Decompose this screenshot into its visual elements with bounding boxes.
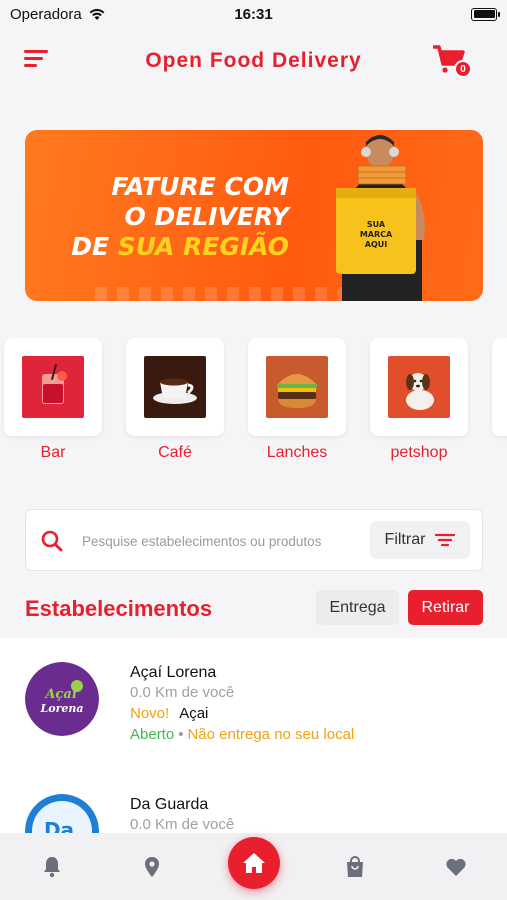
store-status: Aberto [130,726,175,743]
store-distance: 0.0 Km de você [130,684,235,701]
bell-icon[interactable] [40,855,64,879]
store-status-row: Aberto • Não entrega no seu local [130,726,354,743]
store-item[interactable]: Açaí Lorena Açaí Lorena 0.0 Km de você N… [0,638,507,758]
battery-icon [471,7,500,21]
retirar-button[interactable]: Retirar [408,590,483,625]
coffee-icon [144,356,206,418]
category-card [492,338,507,436]
category-label: petshop [390,444,448,461]
bag-icon[interactable] [343,855,367,879]
app-header: Open Food Delivery 0 [0,36,507,86]
promo-banner[interactable]: FATURE COM O DELIVERY DE SUA REGIÃO SUA … [25,130,483,301]
bag-text-1: SUA [367,220,386,229]
banner-headline: FATURE COM O DELIVERY DE SUA REGIÃO [69,172,289,262]
menu-line [24,50,48,53]
category-bar[interactable]: Bar [4,338,102,462]
entrega-button[interactable]: Entrega [316,590,399,625]
category-card [126,338,224,436]
category-label: Café [158,444,192,461]
delivery-person-illustration: SUA MARCA AQUI [336,135,425,301]
search-input[interactable] [82,528,362,554]
store-logo-text: Da [44,818,74,833]
category-card [248,338,346,436]
bag-text-3: AQUI [365,240,387,249]
category-label: Bar [40,444,66,461]
category-card [370,338,468,436]
store-list[interactable]: Açaí Lorena Açaí Lorena 0.0 Km de você N… [0,638,507,833]
separator-dot: • [178,726,184,743]
store-tags: Novo! Açai [130,705,208,722]
banner-line-3: DE SUA REGIÃO [69,232,289,262]
store-name: Açaí Lorena [130,664,217,681]
menu-line [24,64,37,67]
store-logo: Açaí Lorena [25,662,99,736]
filter-icon [435,533,456,547]
search-icon[interactable] [40,529,64,553]
category-card [4,338,102,436]
status-bar: Operadora 16:31 [0,0,507,28]
store-distance: 0.0 Km de você [130,816,235,833]
location-icon[interactable] [140,855,164,879]
app-title: Open Food Delivery [145,49,362,72]
menu-button[interactable] [24,50,48,72]
category-carousel[interactable]: Bar Café Lanches petshop [0,338,507,468]
search-bar: Filtrar [25,509,483,571]
filter-button[interactable]: Filtrar [370,521,470,559]
section-title: Estabelecimentos [25,596,213,621]
home-button[interactable] [228,837,280,889]
store-item[interactable]: Da Da Guarda 0.0 Km de você [0,770,507,833]
category-cafe[interactable]: Café [126,338,224,462]
home-icon [243,853,265,873]
store-name: Da Guarda [130,796,209,813]
delivery-note: Não entrega no seu local [187,726,355,743]
banner-line-1: FATURE COM [111,172,289,201]
store-logo-text-1: Açaí [43,687,78,702]
carrier-label: Operadora [10,5,82,23]
bottom-nav [0,833,507,900]
store-category: Açai [179,705,209,722]
cart-count-badge: 0 [454,60,472,78]
heart-icon[interactable] [444,855,468,879]
banner-line-2: O DELIVERY [124,202,289,231]
store-logo: Da [25,794,99,833]
category-next[interactable] [492,338,507,436]
new-badge: Novo! [130,705,170,722]
wifi-icon [89,8,105,20]
drink-icon [22,356,84,418]
burger-icon [266,356,328,418]
category-label: Lanches [266,444,328,461]
menu-line [24,57,43,60]
store-logo-text-2: Lorena [40,702,84,715]
category-lanches[interactable]: Lanches [248,338,346,462]
status-left: Operadora [10,6,106,23]
banner-line-3-prefix: DE [71,232,118,261]
bag-text-2: MARCA [360,230,393,239]
dog-icon [388,356,450,418]
category-petshop[interactable]: petshop [370,338,468,462]
banner-highlight: SUA REGIÃO [117,232,289,261]
cart-button[interactable]: 0 [432,44,472,78]
filter-label: Filtrar [384,531,426,548]
banner-stripes [95,287,355,301]
